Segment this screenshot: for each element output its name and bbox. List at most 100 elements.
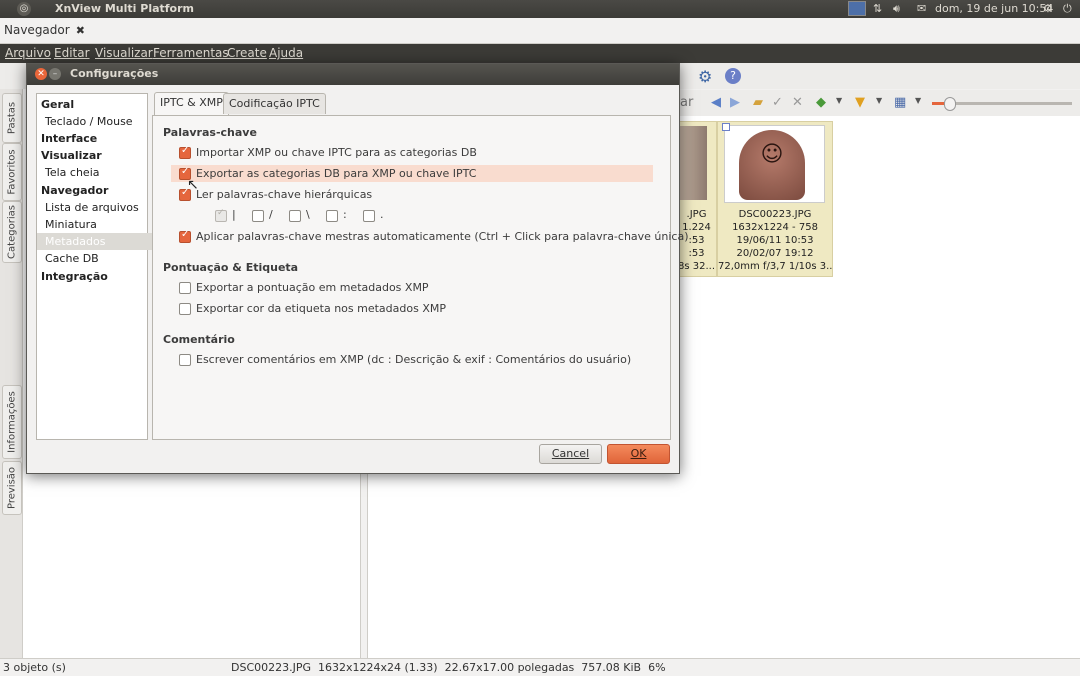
- dropdown-arrow-icon[interactable]: ▼: [836, 96, 842, 105]
- side-tab-previsao[interactable]: Previsão: [2, 461, 22, 515]
- ubuntu-logo-icon[interactable]: ◎: [17, 2, 31, 16]
- write-comments-label[interactable]: Escrever comentários em XMP (dc : Descri…: [196, 353, 631, 366]
- system-top-panel: ◎ XnView Multi Platform ⇅ 🔊︎ ✉ dom, 19 d…: [0, 0, 1080, 18]
- help-icon[interactable]: ?: [725, 68, 741, 84]
- mail-icon[interactable]: ✉: [917, 2, 926, 15]
- dropdown-arrow-icon[interactable]: ▼: [915, 96, 921, 105]
- settings-gear-icon[interactable]: ⚙: [1043, 2, 1053, 15]
- category-visualizar[interactable]: Visualizar: [37, 147, 151, 164]
- side-tab-categorias[interactable]: Categorias: [2, 201, 22, 263]
- side-tab-informacoes[interactable]: Informações: [2, 385, 22, 459]
- category-miniatura[interactable]: Miniatura: [37, 216, 155, 233]
- view-mode-icon[interactable]: ▦: [894, 95, 906, 110]
- menu-ferramentas[interactable]: Ferramentas: [153, 46, 229, 60]
- separator-colon-checkbox[interactable]: [326, 210, 338, 222]
- apply-master-keywords-label[interactable]: Aplicar palavras-chave mestras automatic…: [196, 230, 689, 243]
- separator-backslash-label: \: [306, 208, 310, 221]
- menu-create[interactable]: Create: [227, 46, 267, 60]
- power-icon[interactable]: ⏻: [1063, 2, 1072, 16]
- category-integracao[interactable]: Integração: [37, 268, 151, 285]
- settings-gear-icon[interactable]: ⚙: [698, 67, 712, 86]
- smiley-drawing-icon: ☺: [760, 142, 784, 167]
- category-teclado-mouse[interactable]: Teclado / Mouse: [37, 113, 155, 130]
- dropdown-arrow-icon[interactable]: ▼: [876, 96, 882, 105]
- thumbnail-card[interactable]: ☺ DSC00223.JPG 1632x1224 - 758 19/06/11 …: [717, 121, 833, 277]
- category-lista-arquivos[interactable]: Lista de arquivos: [37, 199, 155, 216]
- cancel-button[interactable]: Cancel: [539, 444, 602, 464]
- close-tab-icon[interactable]: ✖: [76, 24, 85, 37]
- cancel-button-label: Cancel: [551, 447, 590, 460]
- category-navegador[interactable]: Navegador: [37, 182, 151, 199]
- separator-slash-checkbox[interactable]: [252, 210, 264, 222]
- thumbnail-date-taken: 20/02/07 19:12: [736, 248, 814, 259]
- menu-editar[interactable]: Editar: [54, 46, 90, 60]
- side-tab-pastas[interactable]: Pastas: [2, 93, 22, 143]
- category-tela-cheia[interactable]: Tela cheia: [37, 164, 155, 181]
- volume-icon[interactable]: 🔊︎: [893, 2, 900, 16]
- untag-icon[interactable]: ✕: [792, 95, 803, 110]
- separator-colon-label: :: [343, 208, 347, 221]
- category-cache-db[interactable]: Cache DB: [37, 250, 155, 267]
- side-tab-favoritos[interactable]: Favoritos: [2, 143, 22, 201]
- separator-dot-label: .: [380, 208, 384, 221]
- rating-icon[interactable]: ◆: [816, 95, 826, 110]
- tab-navegador-label: Navegador: [4, 23, 70, 37]
- category-interface[interactable]: Interface: [37, 130, 151, 147]
- menu-arquivo[interactable]: Arquivo: [5, 46, 51, 60]
- tab-iptc-xmp[interactable]: IPTC & XMP: [154, 92, 229, 115]
- separator-pipe-label: |: [232, 208, 236, 221]
- ok-button[interactable]: OK: [607, 444, 670, 464]
- export-label-color-checkbox[interactable]: [179, 303, 191, 315]
- dialog-titlebar[interactable]: ✕ – Configurações: [27, 64, 679, 85]
- select-checkbox[interactable]: [722, 123, 730, 131]
- separator-backslash-checkbox[interactable]: [289, 210, 301, 222]
- tab-codificacao-iptc[interactable]: Codificação IPTC: [223, 93, 326, 114]
- import-xmp-label[interactable]: Importar XMP ou chave IPTC para as categ…: [196, 146, 477, 159]
- side-tab-strip: Pastas Favoritos Categorias Informações …: [0, 89, 23, 658]
- separator-pipe-checkbox[interactable]: [215, 208, 227, 222]
- network-icon[interactable]: ⇅: [873, 2, 882, 15]
- forward-arrow-icon[interactable]: ▶: [730, 95, 740, 110]
- thumbnail-exif: 72,0mm f/3,7 1/10s 3...: [718, 261, 832, 272]
- section-pontuacao-etiqueta: Pontuação & Etiqueta: [163, 261, 299, 274]
- folder-icon[interactable]: ▰: [753, 95, 763, 110]
- datetime[interactable]: dom, 19 de jun 10:54: [935, 2, 1053, 15]
- side-tab-categorias-label: Categorias: [6, 205, 18, 259]
- settings-category-list[interactable]: Geral Teclado / Mouse Interface Visualiz…: [36, 93, 155, 440]
- thumbnail-date-modified: 19/06/11 10:53: [736, 235, 814, 246]
- tab-navegador[interactable]: Navegador ✖: [0, 18, 89, 43]
- slider-handle[interactable]: [944, 97, 956, 111]
- read-hierarchical-label[interactable]: Ler palavras-chave hierárquicas: [196, 188, 372, 201]
- export-categories-label[interactable]: Exportar as categorias DB para XMP ou ch…: [196, 167, 476, 180]
- thumbnail-image: ☺: [724, 125, 825, 203]
- close-icon[interactable]: ✕: [35, 68, 47, 80]
- search-field-fragment[interactable]: ar: [680, 95, 693, 110]
- browser-toolbar: ar ◀ ▶ ▰ ✓ ✕ ◆ ▼ ▼ ▼ ▦ ▼: [680, 90, 1080, 116]
- thumbnail-filename: .JPG: [686, 209, 707, 220]
- tag-icon[interactable]: ✓: [772, 95, 783, 110]
- import-xmp-checkbox[interactable]: [179, 145, 191, 159]
- menu-ajuda[interactable]: Ajuda: [269, 46, 303, 60]
- status-bar: 3 objeto (s) DSC00223.JPG 1632x1224x24 (…: [0, 658, 1080, 676]
- thumbnail-card[interactable]: .JPG 1.224 :53 :53 8s 32...: [676, 121, 717, 277]
- display-icon[interactable]: [848, 1, 866, 16]
- export-rating-label[interactable]: Exportar a pontuação em metadados XMP: [196, 281, 429, 294]
- mouse-cursor-icon: ↖: [187, 177, 199, 193]
- menu-visualizar[interactable]: Visualizar: [95, 46, 153, 60]
- filter-icon[interactable]: ▼: [855, 95, 865, 110]
- minimize-icon[interactable]: –: [49, 68, 61, 80]
- category-geral[interactable]: Geral: [37, 96, 151, 113]
- category-metadados[interactable]: Metadados: [37, 233, 155, 250]
- export-rating-checkbox[interactable]: [179, 282, 191, 294]
- apply-master-keywords-checkbox[interactable]: [179, 229, 191, 243]
- thumbnail-date-taken: :53: [688, 248, 705, 259]
- document-tab-bar: Navegador ✖: [0, 18, 1080, 44]
- thumbnail-size-slider[interactable]: [932, 97, 1072, 111]
- export-label-color-label[interactable]: Exportar cor da etiqueta nos metadados X…: [196, 302, 446, 315]
- back-arrow-icon[interactable]: ◀: [711, 95, 721, 110]
- separator-dot-checkbox[interactable]: [363, 210, 375, 222]
- section-palavras-chave: Palavras-chave: [163, 126, 257, 139]
- write-comments-checkbox[interactable]: [179, 354, 191, 366]
- thumb-photo-shape: ☺: [739, 130, 805, 200]
- thumbnail-exif: 8s 32...: [677, 261, 715, 272]
